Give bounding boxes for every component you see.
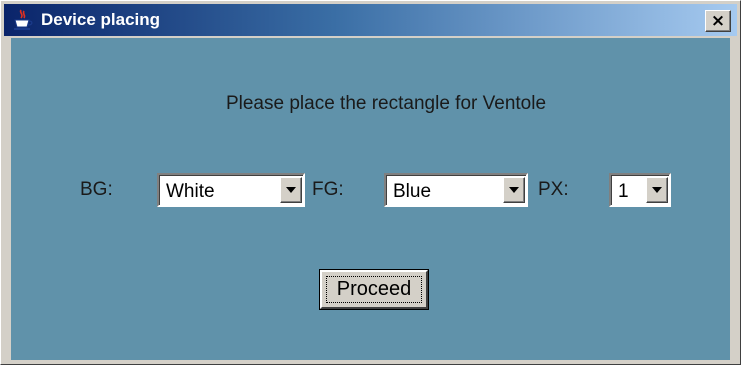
close-button[interactable]: × — [705, 10, 731, 32]
window-title: Device placing — [41, 10, 161, 29]
fg-dropdown[interactable]: Blue — [384, 173, 528, 207]
fg-label: FG: — [312, 179, 344, 200]
chevron-down-icon[interactable] — [280, 177, 302, 203]
bg-dropdown-field: White — [159, 175, 303, 205]
dialog-window: Device placing × Please place the rectan… — [0, 0, 741, 365]
px-label: PX: — [538, 179, 569, 200]
proceed-button-label: Proceed — [326, 276, 422, 303]
chevron-down-icon[interactable] — [503, 177, 525, 203]
prompt-text: Please place the rectangle for Ventole — [225, 93, 547, 114]
bg-dropdown-value: White — [166, 181, 215, 202]
fg-dropdown-value: Blue — [393, 181, 432, 202]
bg-label: BG: — [80, 179, 113, 200]
java-cup-icon — [14, 9, 33, 30]
bg-dropdown[interactable]: White — [157, 173, 305, 207]
proceed-button[interactable]: Proceed — [320, 270, 428, 309]
px-dropdown-field: 1 — [611, 175, 669, 205]
chevron-down-icon[interactable] — [646, 177, 668, 203]
dialog-content: Please place the rectangle for Ventole B… — [11, 38, 730, 360]
fg-dropdown-field: Blue — [386, 175, 526, 205]
px-dropdown[interactable]: 1 — [609, 173, 671, 207]
title-bar[interactable]: Device placing × — [4, 4, 737, 36]
close-icon: × — [710, 10, 726, 31]
px-dropdown-value: 1 — [618, 181, 629, 202]
